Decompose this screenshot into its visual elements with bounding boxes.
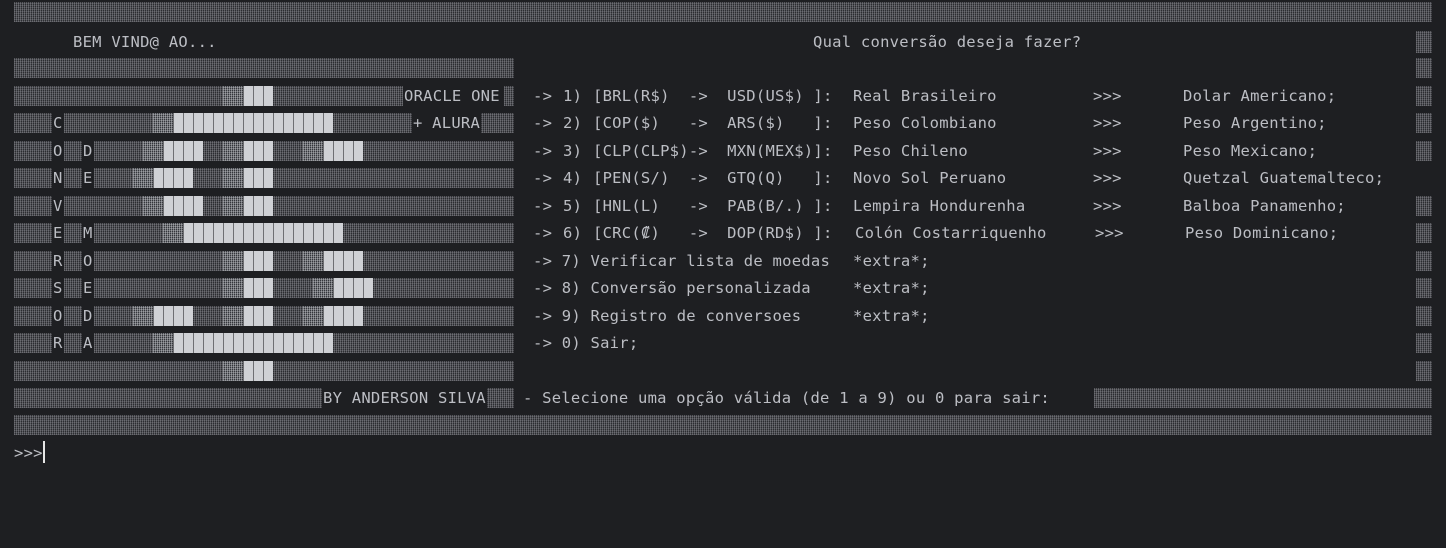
exit-option: -> 0) Sair;: [533, 334, 639, 352]
extra-text: -> 8) Conversão personalizada: [533, 279, 811, 297]
option-from: Peso Chileno: [853, 142, 968, 160]
option-code: [HNL(L) -> PAB(B/.) ]:: [593, 197, 833, 215]
extra-tag: *extra*;: [853, 279, 930, 297]
option-from: Real Brasileiro: [853, 87, 997, 105]
option-number: 4): [563, 169, 583, 187]
option-arrow: ->: [533, 87, 553, 105]
option-code: [CRC(₡) -> DOP(RD$) ]:: [593, 224, 833, 242]
right-border: [1416, 361, 1432, 381]
menu-option-8: -> 8) Conversão personalizada *extra*;: [0, 275, 1446, 302]
option-to: Balboa Panamenho;: [1183, 197, 1346, 215]
option-code: [CLP(CLP$)-> MXN(MEX$)]:: [593, 142, 833, 160]
extra-text: -> 9) Registro de conversoes: [533, 307, 802, 325]
menu-option-0: -> 0) Sair;: [0, 330, 1446, 357]
option-to: Dolar Americano;: [1183, 87, 1337, 105]
top-border: [14, 2, 1432, 22]
option-separator: >>>: [1093, 87, 1122, 105]
question-text: Qual conversão deseja fazer?: [813, 33, 1082, 51]
option-separator: >>>: [1093, 169, 1122, 187]
option-to: Peso Argentino;: [1183, 114, 1327, 132]
option-from: Novo Sol Peruano: [853, 169, 1007, 187]
logo-block: [243, 361, 273, 381]
option-number: 2): [563, 114, 583, 132]
option-from: Lempira Hondurenha: [853, 197, 1026, 215]
option-arrow: ->: [533, 224, 553, 242]
prompt-symbol: >>>: [14, 444, 43, 462]
option-separator: >>>: [1093, 114, 1122, 132]
option-separator: >>>: [1093, 142, 1122, 160]
extra-tag: *extra*;: [853, 307, 930, 325]
logo-top-bar: [14, 58, 514, 78]
option-separator: >>>: [1093, 197, 1122, 215]
option-number: 5): [563, 197, 583, 215]
option-from: Colón Costarriquenho: [855, 224, 1047, 242]
menu-option-4: -> 4) [PEN(S/) -> GTQ(Q) ]: Novo Sol Per…: [0, 165, 1446, 192]
option-separator: >>>: [1095, 224, 1124, 242]
option-arrow: ->: [533, 169, 553, 187]
terminal-output: BEM VIND@ AO... Qual conversão deseja fa…: [0, 0, 1446, 478]
menu-option-3: -> 3) [CLP(CLP$)-> MXN(MEX$)]: Peso Chil…: [0, 138, 1446, 165]
option-number: 1): [563, 87, 583, 105]
menu-option-9: -> 9) Registro de conversoes *extra*;: [0, 303, 1446, 330]
option-number: 6): [563, 224, 583, 242]
right-border-0: [1416, 31, 1432, 53]
option-code: [BRL(R$) -> USD(US$) ]:: [593, 87, 833, 105]
select-prompt: - Selecione uma opção válida (de 1 a 9) …: [523, 389, 1050, 407]
extra-tag: *extra*;: [853, 252, 930, 270]
select-prompt-row: - Selecione uma opção válida (de 1 a 9) …: [0, 385, 1446, 412]
welcome-text: BEM VIND@ AO...: [73, 33, 217, 51]
option-to: Peso Dominicano;: [1185, 224, 1339, 242]
text-cursor: [43, 441, 45, 463]
menu-option-6: -> 6) [CRC(₡) -> DOP(RD$) ]: Colón Costa…: [0, 220, 1446, 247]
menu-option-5: -> 5) [HNL(L) -> PAB(B/.) ]: Lempira Hon…: [0, 193, 1446, 220]
option-to: Peso Mexicano;: [1183, 142, 1318, 160]
menu-option-1: -> 1) [BRL(R$) -> USD(US$) ]: Real Brasi…: [0, 83, 1446, 110]
menu-option-2: -> 2) [COP($) -> ARS($) ]: Peso Colombia…: [0, 110, 1446, 137]
right-border-1: [1416, 58, 1432, 78]
logo-mid: [223, 361, 243, 381]
option-arrow: ->: [533, 197, 553, 215]
option-arrow: ->: [533, 142, 553, 160]
input-line[interactable]: >>>: [0, 440, 1446, 467]
menu-option-7: -> 7) Verificar lista de moedas *extra*;: [0, 248, 1446, 275]
bottom-border: [14, 415, 1432, 435]
option-to: Quetzal Guatemalteco;: [1183, 169, 1385, 187]
option-number: 3): [563, 142, 583, 160]
option-code: [COP($) -> ARS($) ]:: [593, 114, 833, 132]
option-from: Peso Colombiano: [853, 114, 997, 132]
option-arrow: ->: [533, 114, 553, 132]
option-code: [PEN(S/) -> GTQ(Q) ]:: [593, 169, 833, 187]
extra-text: -> 7) Verificar lista de moedas: [533, 252, 831, 270]
